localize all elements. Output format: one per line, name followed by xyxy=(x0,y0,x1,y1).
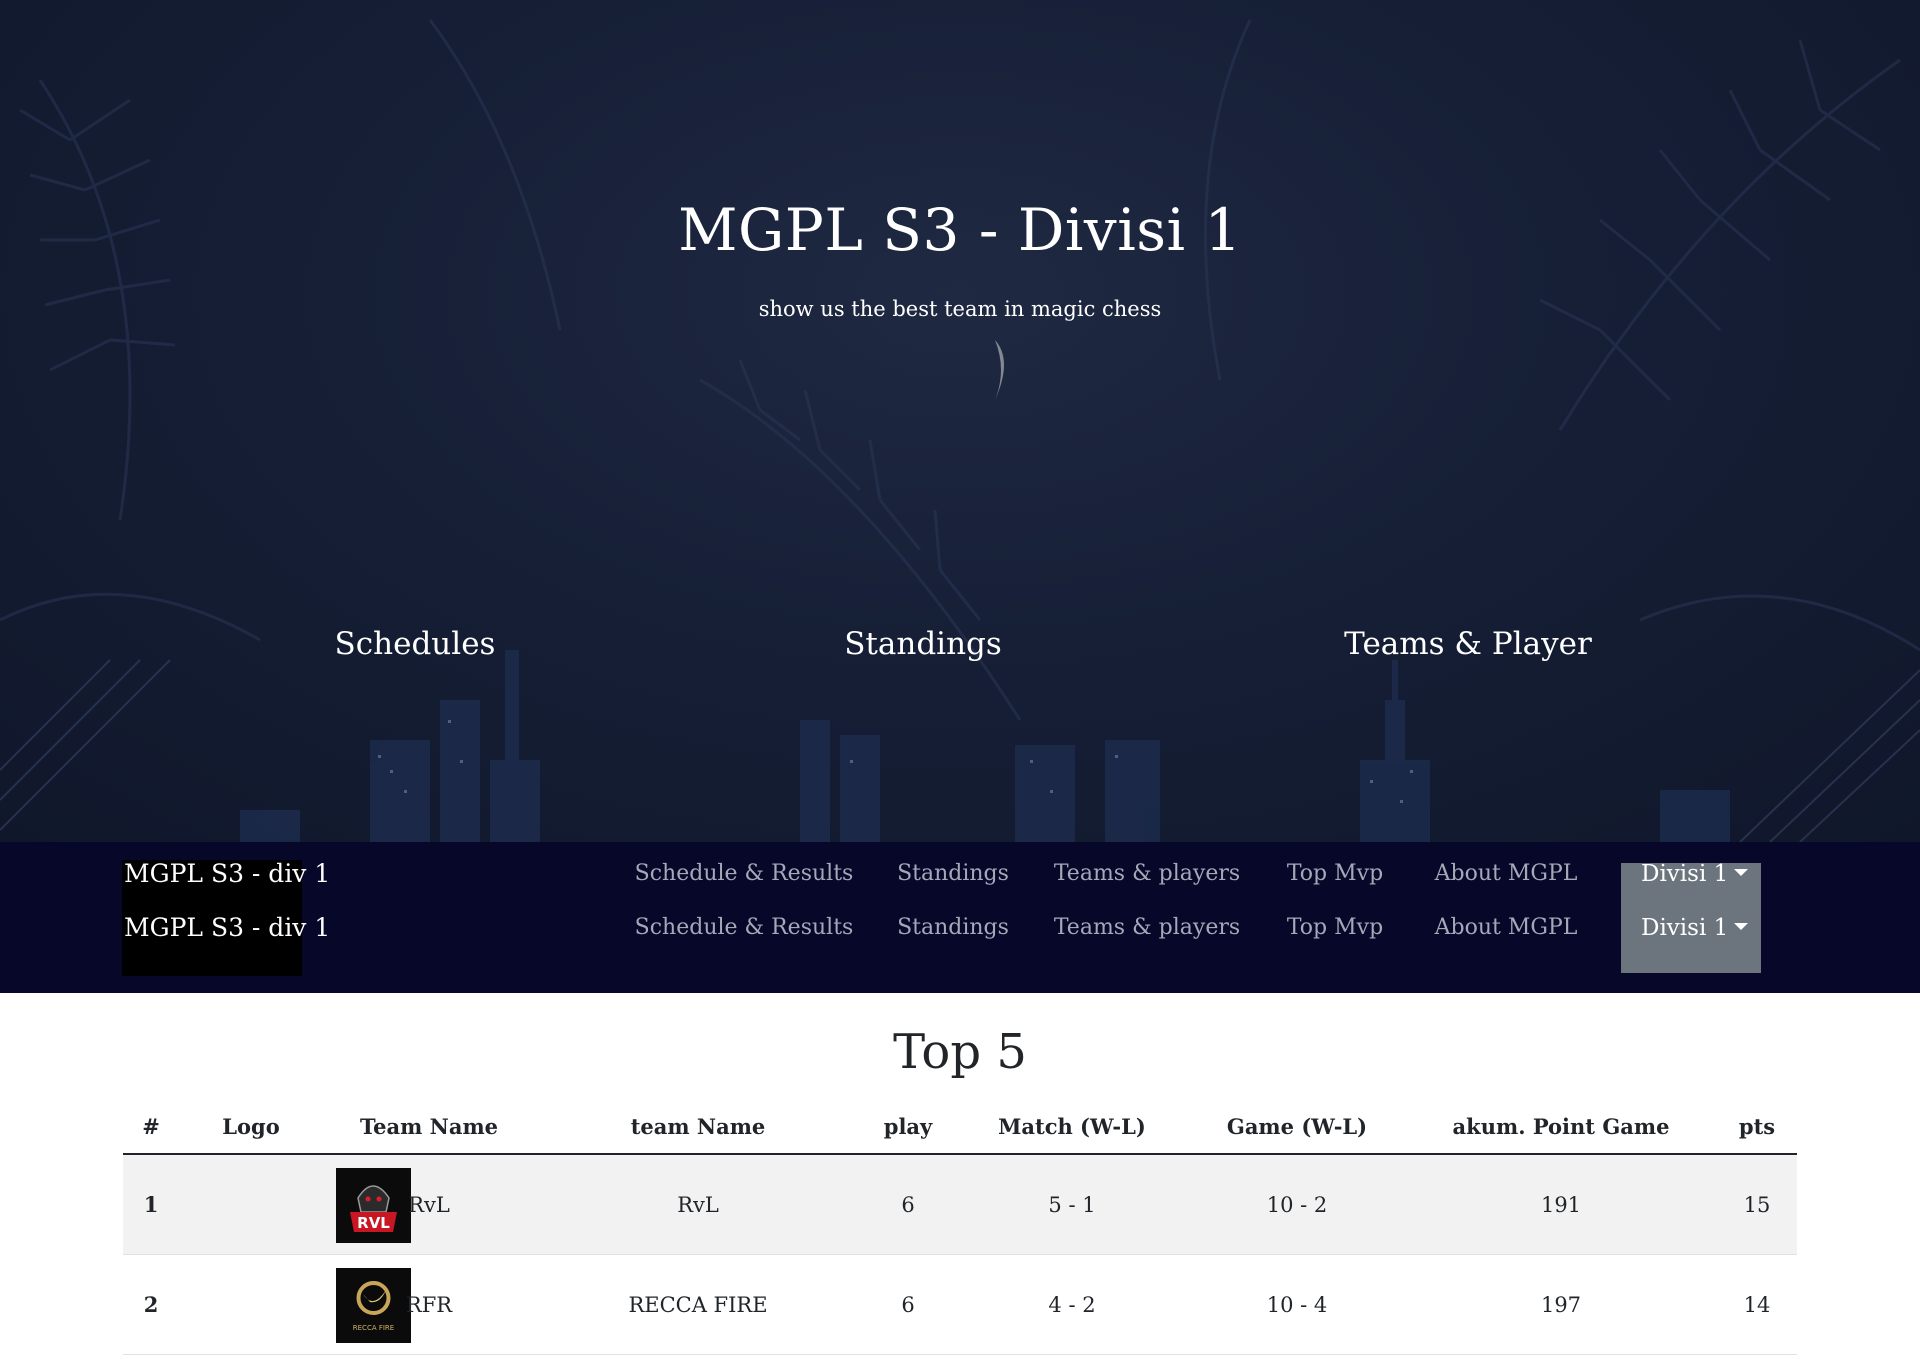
hero-link-teams-player[interactable]: Teams & Player xyxy=(1344,626,1592,662)
team-name-cell: RECCA FIRE xyxy=(628,1293,768,1317)
caret-down-icon xyxy=(1734,868,1749,876)
column-header-logo: Logo xyxy=(222,1114,280,1139)
nav-link-standings[interactable]: Standings xyxy=(897,901,1009,955)
akum-point-cell: 191 xyxy=(1540,1193,1582,1217)
game-cell: 10 - 2 xyxy=(1266,1193,1328,1217)
match-cell: 5 - 1 xyxy=(1048,1193,1096,1217)
rank-cell: 1 xyxy=(143,1192,159,1217)
table-row: 2 RECCA FIRE RFR RECCA FIRE 6 4 - 2 10 -… xyxy=(123,1255,1797,1355)
nav-link-about-mgpl[interactable]: About MGPL xyxy=(1435,901,1578,955)
pts-cell: 15 xyxy=(1743,1193,1771,1217)
hero-subtitle: show us the best team in magic chess xyxy=(758,297,1162,321)
rvl-team-logo: RVL xyxy=(336,1168,411,1243)
column-header-akum-point: akum. Point Game xyxy=(1452,1114,1670,1139)
akum-point-cell: 197 xyxy=(1540,1293,1582,1317)
column-header-match: Match (W-L) xyxy=(998,1114,1146,1139)
nav-link-standings[interactable]: Standings xyxy=(897,847,1009,901)
team-short-cell: RvL xyxy=(408,1193,450,1217)
nav-link-schedule-results[interactable]: Schedule & Results xyxy=(635,847,854,901)
caret-down-icon xyxy=(1734,922,1749,930)
pts-cell: 14 xyxy=(1743,1293,1771,1317)
nav-link-teams-players[interactable]: Teams & players xyxy=(1054,847,1240,901)
division-dropdown-label: Divisi 1 xyxy=(1641,861,1729,887)
navbar-brand[interactable]: MGPL S3 - div 1 xyxy=(124,901,330,955)
top5-table: # Logo Team Name team Name play Match (W… xyxy=(123,1098,1797,1355)
team-name-cell: RvL xyxy=(677,1193,719,1217)
column-header-pts: pts xyxy=(1738,1114,1776,1139)
nav-link-top-mvp[interactable]: Top Mvp xyxy=(1287,847,1383,901)
nav-link-teams-players[interactable]: Teams & players xyxy=(1054,901,1240,955)
nav-link-schedule-results[interactable]: Schedule & Results xyxy=(635,901,854,955)
nav-link-about-mgpl[interactable]: About MGPL xyxy=(1435,847,1578,901)
hero-background-art xyxy=(0,19,1920,842)
column-header-team-name: team Name xyxy=(630,1114,766,1139)
recca-fire-team-logo: RECCA FIRE xyxy=(336,1268,411,1343)
nav-row: MGPL S3 - div 1 Schedule & Results Stand… xyxy=(0,847,1920,901)
nav-row: MGPL S3 - div 1 Schedule & Results Stand… xyxy=(0,901,1920,955)
hero-link-standings[interactable]: Standings xyxy=(844,626,1002,662)
division-dropdown-label: Divisi 1 xyxy=(1641,915,1729,941)
hero-banner: MGPL S3 - Divisi 1 show us the best team… xyxy=(0,0,1920,842)
column-header-play: play xyxy=(883,1114,933,1139)
svg-text:RECCA FIRE: RECCA FIRE xyxy=(353,1324,394,1332)
match-cell: 4 - 2 xyxy=(1048,1293,1096,1317)
hero-title: MGPL S3 - Divisi 1 xyxy=(678,196,1242,264)
nav-link-top-mvp[interactable]: Top Mvp xyxy=(1287,901,1383,955)
top5-title: Top 5 xyxy=(893,1024,1027,1080)
play-cell: 6 xyxy=(901,1293,915,1317)
play-cell: 6 xyxy=(901,1193,915,1217)
column-header-team-short: Team Name xyxy=(359,1114,499,1139)
game-cell: 10 - 4 xyxy=(1266,1293,1328,1317)
team-short-cell: RFR xyxy=(405,1293,453,1317)
navbar-brand[interactable]: MGPL S3 - div 1 xyxy=(124,847,330,901)
hero-link-schedules[interactable]: Schedules xyxy=(335,626,496,662)
table-row: 1 RVL RvL RvL 6 5 - 1 10 - 2 191 15 xyxy=(123,1155,1797,1255)
navbar: MGPL S3 - div 1 Schedule & Results Stand… xyxy=(0,842,1920,993)
svg-text:RVL: RVL xyxy=(357,1214,390,1232)
column-header-rank: # xyxy=(142,1114,160,1139)
column-header-game: Game (W-L) xyxy=(1226,1114,1368,1139)
division-dropdown[interactable]: Divisi 1 xyxy=(1641,901,1749,955)
division-dropdown[interactable]: Divisi 1 xyxy=(1641,847,1749,901)
table-header: # Logo Team Name team Name play Match (W… xyxy=(123,1098,1797,1155)
rank-cell: 2 xyxy=(143,1292,159,1317)
